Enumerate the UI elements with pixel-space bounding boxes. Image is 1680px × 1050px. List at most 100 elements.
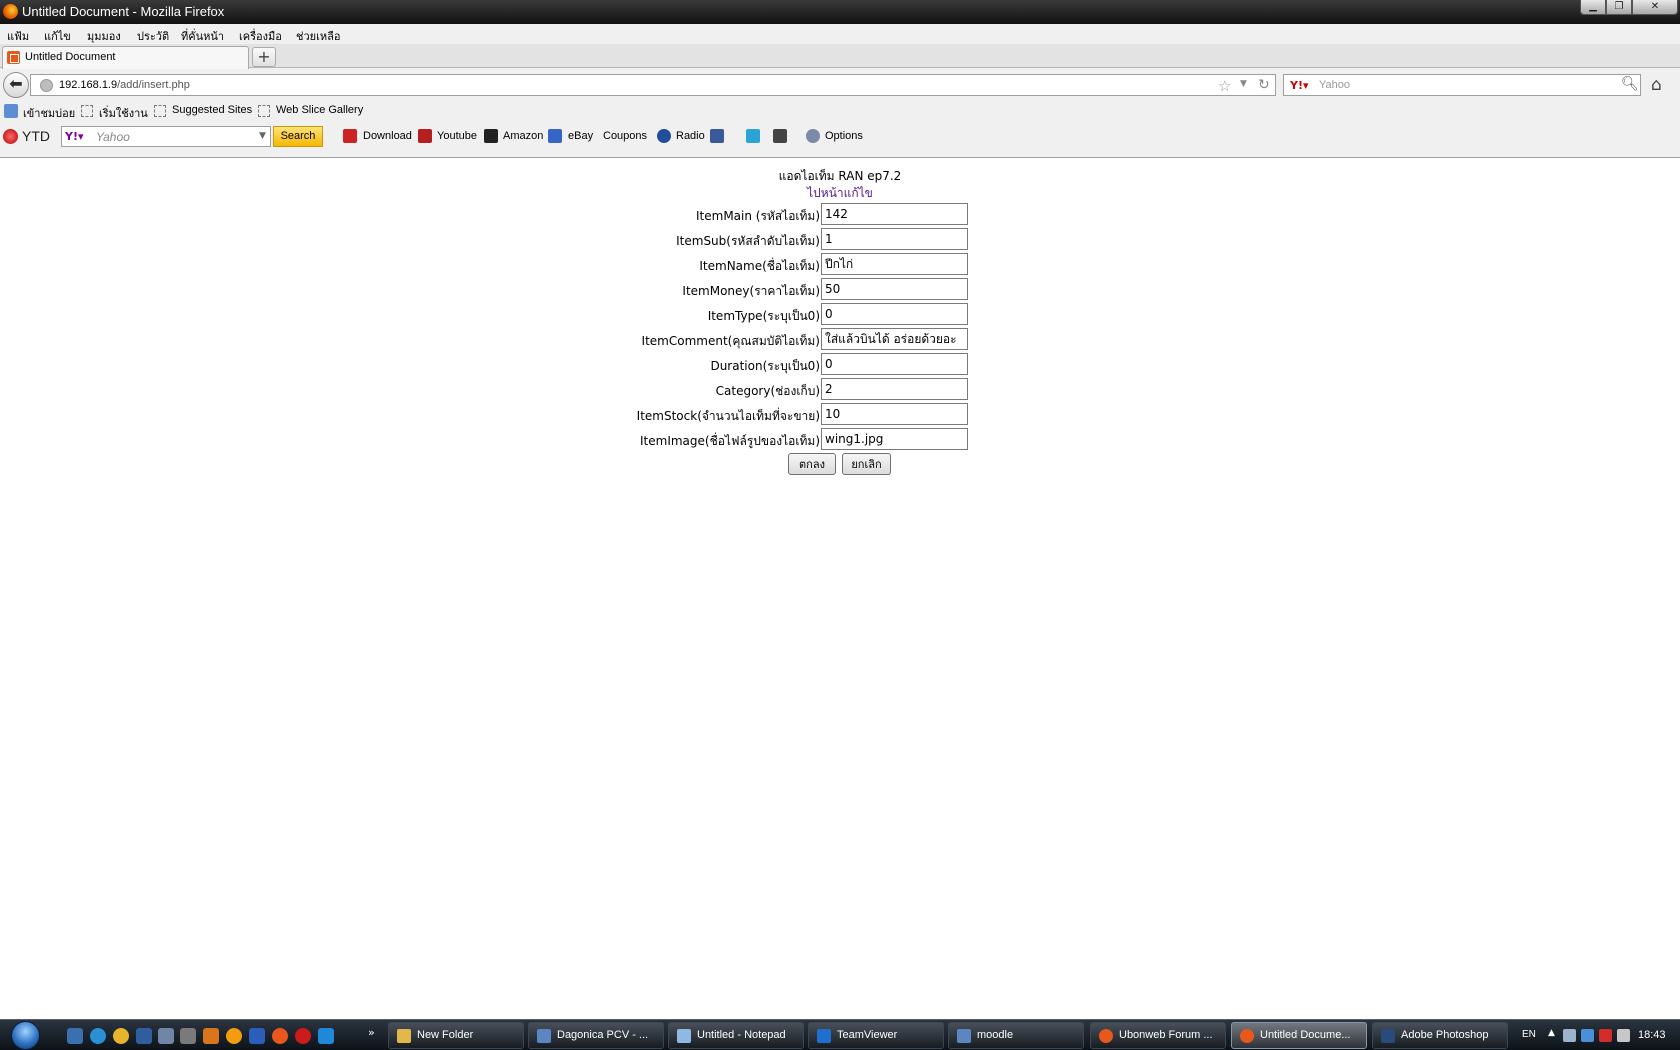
app-icon[interactable]: [203, 1028, 219, 1044]
bookmark-most-visited[interactable]: เข้าชมบ่อย: [23, 104, 75, 122]
twitter-icon[interactable]: [746, 129, 760, 143]
show-hidden-icons-icon[interactable]: ▲: [1548, 1028, 1555, 1038]
search-bar[interactable]: Y!▾ Yahoo 🔍︎: [1283, 74, 1641, 96]
photoshop-icon: [1381, 1029, 1395, 1043]
bookmark-suggested-sites[interactable]: Suggested Sites: [172, 104, 252, 116]
form-row-duration: Duration(ระบุเป็น0): [0, 352, 1680, 376]
new-tab-button[interactable]: +: [252, 47, 276, 67]
taskbar-item-untitled-document[interactable]: Untitled Docume...: [1231, 1022, 1367, 1049]
menu-file[interactable]: แฟ้ม: [7, 27, 29, 45]
ebay-icon: [548, 129, 562, 143]
toolbar-radio[interactable]: Radio: [676, 130, 705, 142]
duration-field[interactable]: [821, 353, 968, 375]
itemstock-field[interactable]: [821, 403, 968, 425]
chevron-right-icon[interactable]: »: [368, 1026, 375, 1039]
toolbar-amazon[interactable]: Amazon: [503, 130, 543, 142]
maximize-button[interactable]: ❐: [1606, 0, 1632, 15]
close-window-button[interactable]: ✕: [1632, 0, 1678, 15]
bookmark-folder-icon: [258, 105, 270, 117]
menu-view[interactable]: มุมมอง: [87, 27, 121, 45]
network-icon[interactable]: [1563, 1029, 1576, 1042]
field-label: ItemMoney(ราคาไอเท็ม): [682, 284, 820, 298]
url-history-dropdown-icon[interactable]: ▼: [1240, 79, 1247, 89]
toolbar-ebay[interactable]: eBay: [568, 130, 593, 142]
submit-button[interactable]: ตกลง: [788, 453, 836, 475]
itemtype-field[interactable]: [821, 303, 968, 325]
url-text[interactable]: 192.168.1.9/add/insert.php: [59, 79, 190, 91]
app-icon[interactable]: [136, 1028, 152, 1044]
chevron-down-icon[interactable]: ▼: [259, 131, 266, 141]
yahoo-logo-icon: Y!▾: [65, 130, 84, 143]
facebook-icon[interactable]: [710, 129, 724, 143]
clock[interactable]: 18:43: [1638, 1029, 1666, 1041]
yahoo-search-input[interactable]: Y!▾ Yahoo ▼: [61, 126, 271, 147]
yahoo-search-button[interactable]: Search: [273, 126, 323, 147]
taskbar-item-notepad[interactable]: Untitled - Notepad: [668, 1022, 804, 1049]
bookmark-web-slice-gallery[interactable]: Web Slice Gallery: [276, 104, 363, 116]
menu-help[interactable]: ช่วยเหลือ: [296, 27, 340, 45]
tray-app-icon[interactable]: [1581, 1029, 1594, 1042]
firefox-icon[interactable]: [272, 1028, 288, 1044]
taskbar-item-photoshop[interactable]: Adobe Photoshop: [1372, 1022, 1508, 1049]
toolbar-options[interactable]: Options: [825, 130, 863, 142]
app-icon[interactable]: [180, 1028, 196, 1044]
bookmark-star-icon[interactable]: ☆: [1218, 77, 1231, 95]
app-icon: [957, 1029, 971, 1043]
start-button[interactable]: [5, 1020, 47, 1050]
download-icon: [343, 129, 357, 143]
menu-edit[interactable]: แก้ไข: [44, 27, 71, 45]
itemcomment-field[interactable]: [821, 328, 968, 350]
bookmark-getting-started[interactable]: เริ่มใช้งาน: [99, 104, 148, 122]
ytd-brand[interactable]: YTD: [22, 128, 50, 144]
menu-history[interactable]: ประวัติ: [137, 27, 169, 45]
minimize-button[interactable]: ▁: [1580, 0, 1606, 15]
bookmark-folder-icon: [154, 105, 166, 117]
language-indicator[interactable]: EN: [1522, 1029, 1536, 1040]
toolbar-coupons[interactable]: Coupons: [603, 130, 647, 142]
tab-untitled-document[interactable]: Untitled Document: [2, 46, 249, 69]
itemname-field[interactable]: [821, 253, 968, 275]
menu-bookmarks[interactable]: ที่คั่นหน้า: [181, 27, 224, 45]
menu-bar: แฟ้ม แก้ไข มุมมอง ประวัติ ที่คั่นหน้า เค…: [0, 24, 1680, 44]
most-visited-icon: [4, 104, 18, 118]
itemmoney-field[interactable]: [821, 278, 968, 300]
app-icon[interactable]: [295, 1028, 311, 1044]
google-plus-icon[interactable]: [773, 129, 787, 143]
reload-icon[interactable]: ↻: [1258, 77, 1270, 93]
taskbar-item-teamviewer[interactable]: TeamViewer: [808, 1022, 944, 1049]
taskbar-item-moodle[interactable]: moodle: [948, 1022, 1084, 1049]
chrome-icon[interactable]: [113, 1028, 129, 1044]
app-icon[interactable]: [158, 1028, 174, 1044]
address-bar[interactable]: 192.168.1.9/add/insert.php ☆ ▼ ↻: [30, 74, 1276, 96]
app-icon[interactable]: [226, 1028, 242, 1044]
notepad-icon: [677, 1029, 691, 1043]
internet-explorer-icon[interactable]: [90, 1028, 106, 1044]
browser-chrome: แฟ้ม แก้ไข มุมมอง ประวัติ ที่คั่นหน้า เค…: [0, 24, 1680, 158]
word-icon[interactable]: [249, 1028, 265, 1044]
show-desktop-icon[interactable]: [67, 1028, 83, 1044]
system-tray: EN ▲ 18:43: [1516, 1020, 1680, 1050]
edit-page-link[interactable]: ไปหน้าแก้ไข: [0, 184, 1680, 203]
taskbar-item-dagonica[interactable]: Dagonica PCV - ...: [528, 1022, 664, 1049]
toolbar-download[interactable]: Download: [363, 130, 412, 142]
itemimage-field[interactable]: [821, 428, 968, 450]
taskbar-item-ubonweb[interactable]: Ubonweb Forum ...: [1090, 1022, 1226, 1049]
itemsub-field[interactable]: [821, 228, 968, 250]
reset-button[interactable]: ยกเลิก: [842, 453, 891, 475]
form-row-itemmain: ItemMain (รหัสไอเท็ม): [0, 202, 1680, 226]
taskbar-item-new-folder[interactable]: New Folder: [388, 1022, 524, 1049]
window-title-bar[interactable]: Untitled Document - Mozilla Firefox ▁ ❐ …: [0, 0, 1680, 24]
home-icon[interactable]: ⌂: [1651, 75, 1662, 95]
search-magnifier-icon[interactable]: 🔍︎: [1621, 76, 1639, 92]
taskbar-item-label: Ubonweb Forum ...: [1119, 1029, 1213, 1041]
category-field[interactable]: [821, 378, 968, 400]
toolbar-youtube[interactable]: Youtube: [437, 130, 477, 142]
site-identity-icon[interactable]: [40, 79, 53, 92]
itemmain-field[interactable]: [821, 203, 968, 225]
yahoo-engine-icon[interactable]: Y!▾: [1290, 79, 1309, 92]
app-icon[interactable]: [318, 1028, 334, 1044]
volume-icon[interactable]: [1617, 1029, 1630, 1042]
antivirus-icon[interactable]: [1599, 1029, 1612, 1042]
menu-tools[interactable]: เครื่องมือ: [239, 27, 282, 45]
back-button[interactable]: ⬅: [3, 72, 29, 98]
